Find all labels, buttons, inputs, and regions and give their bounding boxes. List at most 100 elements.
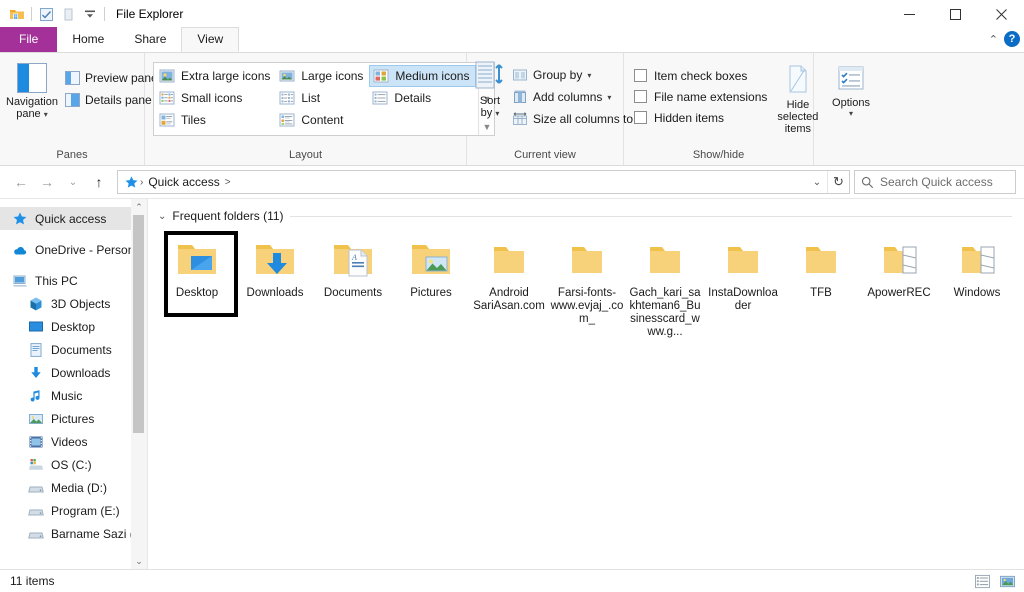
sidebar-label-desktop: Desktop (51, 319, 96, 334)
list-icon (279, 91, 295, 105)
chevron-down-icon: ▾ (607, 92, 612, 102)
folder-item-documents[interactable]: A Documents (314, 231, 392, 343)
folder-item-gach-kari[interactable]: Gach_kari_sakhteman6_Businesscard_www.g.… (626, 231, 704, 343)
folder-item-windows[interactable]: Windows (938, 231, 1016, 343)
item-check-boxes-checkbox[interactable]: Item check boxes (634, 65, 767, 86)
folder-item-apowerrec[interactable]: ApowerREC (860, 231, 938, 343)
customize-dropdown-icon[interactable] (79, 3, 101, 25)
layout-large-icons[interactable]: Large icons (276, 65, 369, 87)
current-view-group-label: Current view (514, 149, 576, 161)
new-folder-icon[interactable] (57, 3, 79, 25)
sidebar-scrollbar[interactable]: ⌃ ⌄ (131, 199, 147, 569)
sidebar-item-documents[interactable]: Documents (0, 338, 147, 361)
navigation-pane-button[interactable]: Navigation pane ▾ (6, 61, 58, 121)
tab-view[interactable]: View (181, 27, 240, 52)
sidebar-item-3d-objects[interactable]: 3D Objects (0, 292, 147, 315)
folder-item-android-sariasan[interactable]: Android SariAsan.com (470, 231, 548, 343)
file-name-extensions-checkbox[interactable]: File name extensions (634, 86, 767, 107)
folder-label-pictures: Pictures (410, 287, 452, 299)
recent-locations-button[interactable]: ⌄ (60, 169, 86, 195)
drive-icon (28, 509, 44, 515)
scrollbar-thumb[interactable] (133, 215, 144, 433)
sort-by-button[interactable]: Sort by ▾ (475, 61, 505, 120)
layout-content[interactable]: Content (276, 109, 369, 131)
show-hide-group-label: Show/hide (692, 149, 745, 161)
group-header-frequent-folders[interactable]: ⌄ Frequent folders (11) (158, 207, 1024, 225)
checkbox-icon (634, 69, 647, 82)
minimize-button[interactable] (886, 0, 932, 28)
folder-label-gach-kari: Gach_kari_sakhteman6_Businesscard_www.g.… (629, 287, 701, 338)
sidebar-item-quick-access[interactable]: Quick access (0, 207, 147, 230)
sidebar-item-media-d[interactable]: Media (D:) (0, 476, 147, 499)
group-header-rule (289, 215, 1012, 217)
help-icon[interactable]: ? (1004, 31, 1020, 47)
tiles-icon (159, 113, 175, 127)
group-by-icon (513, 69, 527, 81)
scroll-up-icon[interactable]: ⌃ (131, 199, 147, 215)
qat-separator (31, 7, 32, 21)
layout-extra-large-icons[interactable]: Extra large icons (156, 65, 276, 87)
layout-small-icons[interactable]: Small icons (156, 87, 276, 109)
add-columns-icon (514, 90, 526, 103)
chevron-up-icon[interactable]: ⌃ (989, 33, 998, 46)
sidebar-item-barname-sazi-f[interactable]: Barname Sazi (F: (0, 522, 147, 545)
folder-item-downloads[interactable]: Downloads (236, 231, 314, 343)
breadcrumb-separator-trailing[interactable]: > (224, 177, 232, 188)
sidebar-item-downloads[interactable]: Downloads (0, 361, 147, 384)
back-button[interactable]: ← (8, 169, 34, 195)
status-bar: 11 items (0, 569, 1024, 592)
sidebar-item-os-c[interactable]: OS (C:) (0, 453, 147, 476)
layout-list[interactable]: List (276, 87, 369, 109)
sidebar-label-3d-objects: 3D Objects (51, 296, 111, 311)
sidebar-label-os-c: OS (C:) (51, 457, 92, 472)
details-view-button[interactable] (974, 573, 991, 590)
main-area: Quick access OneDrive - Person This PC 3… (0, 199, 1024, 569)
layout-details[interactable]: Details (369, 87, 476, 109)
desktop-icon (29, 321, 43, 331)
properties-icon[interactable] (35, 3, 57, 25)
sidebar-item-onedrive[interactable]: OneDrive - Person (0, 238, 147, 261)
up-button[interactable]: ↑ (86, 169, 112, 195)
maximize-button[interactable] (932, 0, 978, 28)
sidebar-item-program-e[interactable]: Program (E:) (0, 499, 147, 522)
downloads-icon (31, 366, 41, 378)
breadcrumb-dropdown-icon[interactable]: ⌄ (807, 171, 827, 193)
breadcrumb[interactable]: › Quick access > ⌄ ↻ (117, 170, 850, 194)
chevron-down-icon[interactable]: ⌄ (158, 211, 166, 222)
tab-file[interactable]: File (0, 27, 58, 52)
os-drive-icon (29, 458, 43, 470)
options-button[interactable]: Options ▾ (826, 61, 876, 118)
sidebar-item-music[interactable]: Music (0, 384, 147, 407)
preview-pane-icon (64, 71, 80, 85)
layout-medium-icons[interactable]: Medium icons (369, 65, 477, 87)
refresh-button[interactable]: ↻ (827, 171, 849, 193)
breadcrumb-item-quick-access[interactable]: Quick access (144, 175, 223, 189)
tab-share[interactable]: Share (119, 27, 181, 52)
sidebar-item-desktop[interactable]: Desktop (0, 315, 147, 338)
explorer-icon[interactable] (6, 3, 28, 25)
close-button[interactable] (978, 0, 1024, 28)
folder-item-farsi-fonts[interactable]: Farsi-fonts-www.evjaj_.com_ (548, 231, 626, 343)
folder-label-tfb: TFB (810, 287, 832, 299)
sidebar-item-this-pc[interactable]: This PC (0, 269, 147, 292)
folder-label-downloads: Downloads (246, 287, 304, 299)
sort-by-label-2: by (480, 107, 493, 119)
search-box[interactable]: Search Quick access (854, 170, 1016, 194)
hide-selected-items-button[interactable]: Hide selected items (777, 61, 818, 135)
scroll-down-icon[interactable]: ⌄ (131, 553, 147, 569)
sidebar-item-videos[interactable]: Videos (0, 430, 147, 453)
file-list-view[interactable]: ⌄ Frequent folders (11) Desktop Download… (148, 199, 1024, 569)
search-icon (861, 176, 874, 188)
forward-button[interactable]: → (34, 169, 60, 195)
folder-item-instadownloader[interactable]: InstaDownloader (704, 231, 782, 343)
sidebar-label-program-e: Program (E:) (51, 503, 120, 518)
hidden-items-checkbox[interactable]: Hidden items (634, 107, 767, 128)
folder-item-tfb[interactable]: TFB (782, 231, 860, 343)
layout-tiles[interactable]: Tiles (156, 109, 276, 131)
tab-home[interactable]: Home (57, 27, 119, 52)
sidebar-item-pictures[interactable]: Pictures (0, 407, 147, 430)
large-icons-view-button[interactable] (999, 573, 1016, 590)
folder-item-desktop[interactable]: Desktop (158, 231, 238, 343)
options-icon (838, 66, 864, 90)
folder-item-pictures[interactable]: Pictures (392, 231, 470, 343)
